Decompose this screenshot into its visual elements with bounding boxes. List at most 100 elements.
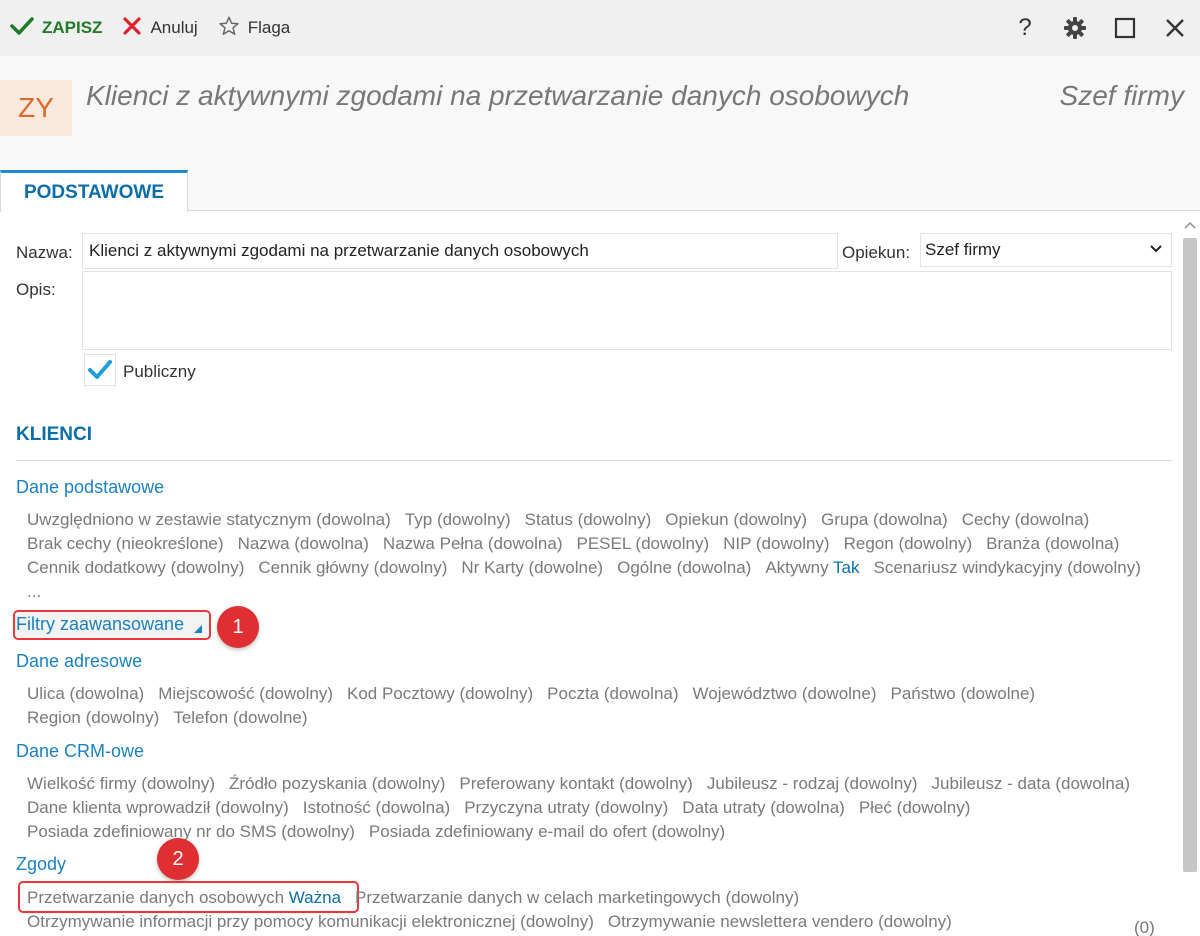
- filter-item[interactable]: Grupa (dowolna): [821, 508, 948, 532]
- flag-button[interactable]: Flaga: [208, 0, 301, 56]
- filter-item[interactable]: Miejscowość (dowolny): [158, 682, 333, 706]
- filter-item[interactable]: Brak cechy (nieokreślone): [27, 532, 224, 556]
- flag-label: Flaga: [247, 18, 291, 37]
- filter-value: (dowolne): [960, 684, 1036, 703]
- filter-item[interactable]: Otrzymywanie newslettera vendero (dowoln…: [608, 910, 952, 934]
- chevron-up-icon: [1184, 221, 1196, 229]
- scroll-up-button[interactable]: [1180, 216, 1200, 234]
- filter-name: Posiada zdefiniowany nr do SMS: [27, 822, 277, 841]
- filter-item[interactable]: Istotność (dowolna): [303, 796, 450, 820]
- save-button[interactable]: ZAPISZ: [0, 0, 112, 56]
- group-title-crm[interactable]: Dane CRM-owe: [16, 741, 144, 762]
- close-x-icon: [122, 16, 142, 41]
- filter-item[interactable]: Poczta (dowolna): [547, 682, 678, 706]
- filter-value: (dowolny): [459, 684, 534, 703]
- group-title-consents[interactable]: Zgody: [16, 854, 66, 875]
- filter-name: Branża: [986, 534, 1041, 553]
- settings-button[interactable]: [1050, 0, 1100, 56]
- gear-icon: [1064, 17, 1086, 39]
- filter-item[interactable]: Wielkość firmy (dowolny): [27, 772, 215, 796]
- description-label: Opis:: [16, 280, 56, 299]
- public-checkbox[interactable]: [84, 354, 116, 386]
- filter-value: (dowolna): [603, 684, 679, 703]
- maximize-button[interactable]: [1100, 0, 1150, 56]
- filter-name: Otrzymywanie informacji przy pomocy komu…: [27, 912, 516, 931]
- filter-item[interactable]: Typ (dowolny): [405, 508, 511, 532]
- filter-item[interactable]: Uwzględniono w zestawie statycznym (dowo…: [27, 508, 391, 532]
- description-field[interactable]: [82, 271, 1172, 350]
- filter-item[interactable]: Regon (dowolny): [844, 532, 973, 556]
- filter-item[interactable]: Ulica (dowolna): [27, 682, 144, 706]
- filter-item[interactable]: Województwo (dowolne): [693, 682, 877, 706]
- filter-item[interactable]: Cennik główny (dowolny): [258, 556, 447, 580]
- tab-podstawowe[interactable]: PODSTAWOWE: [0, 170, 188, 212]
- filter-name: Otrzymywanie newslettera vendero: [607, 912, 874, 931]
- scroll-thumb[interactable]: [1183, 238, 1197, 872]
- filter-item[interactable]: Nazwa Pełna (dowolna): [383, 532, 563, 556]
- group-title-address[interactable]: Dane adresowe: [16, 651, 142, 672]
- owner-select[interactable]: Szef firmy: [920, 233, 1172, 267]
- filter-value: (dowolna): [770, 798, 845, 817]
- filter-item[interactable]: Przetwarzanie danych osobowych Ważna: [27, 886, 341, 910]
- filter-value: (dowolna): [1044, 534, 1120, 553]
- filter-name: Preferowany kontakt: [459, 774, 615, 793]
- filter-item[interactable]: Region (dowolny): [27, 706, 159, 730]
- filter-item[interactable]: Nazwa (dowolna): [238, 532, 369, 556]
- vertical-scrollbar[interactable]: [1180, 212, 1200, 936]
- filter-item[interactable]: Aktywny Tak: [765, 556, 859, 580]
- filter-name: Cechy: [961, 510, 1010, 529]
- filter-item[interactable]: Jubileusz - rodzaj (dowolny): [707, 772, 918, 796]
- name-field[interactable]: Klienci z aktywnymi zgodami na przetwarz…: [82, 233, 838, 269]
- advanced-filters-toggle[interactable]: Filtry zaawansowane: [16, 614, 184, 635]
- filter-item[interactable]: Ogólne (dowolna): [617, 556, 751, 580]
- crm-filters: Wielkość firmy (dowolny) Źródło pozyskani…: [27, 772, 1167, 844]
- filter-value: (dowolny): [141, 774, 215, 793]
- filter-item[interactable]: Posiada zdefiniowany nr do SMS (dowolny): [27, 820, 355, 844]
- filter-value: (dowolna): [487, 534, 563, 553]
- filter-item[interactable]: Płeć (dowolny): [859, 796, 971, 820]
- filter-value: (dowolny): [725, 888, 800, 907]
- filter-item[interactable]: NIP (dowolny): [723, 532, 829, 556]
- filter-item[interactable]: Cechy (dowolna): [962, 508, 1090, 532]
- filter-item[interactable]: Źródło pozyskania (dowolny): [229, 772, 445, 796]
- filter-item[interactable]: Państwo (dowolne): [891, 682, 1036, 706]
- filter-value: (dowolny): [898, 534, 973, 553]
- group-title-basic[interactable]: Dane podstawowe: [16, 477, 164, 498]
- filter-item[interactable]: ...: [27, 580, 41, 604]
- filter-item[interactable]: Przyczyna utraty (dowolny): [464, 796, 668, 820]
- tab-bar: PODSTAWOWE: [0, 170, 1200, 212]
- filter-value: (dowolny): [733, 510, 808, 529]
- filter-item[interactable]: Otrzymywanie informacji przy pomocy komu…: [27, 910, 594, 934]
- filter-item[interactable]: Przetwarzanie danych w celach marketingo…: [355, 886, 799, 910]
- filter-item[interactable]: Jubileusz - data (dowolna): [932, 772, 1130, 796]
- filter-item[interactable]: Scenariusz windykacyjny (dowolny): [874, 556, 1141, 580]
- filter-name: Regon: [843, 534, 894, 553]
- filter-name: Cennik główny: [258, 558, 369, 577]
- filter-item[interactable]: Kod Pocztowy (dowolny): [347, 682, 533, 706]
- filter-value: (dowolny): [215, 798, 289, 817]
- callout-badge-1: 1: [217, 606, 259, 648]
- filter-name: Opiekun: [665, 510, 729, 529]
- close-window-button[interactable]: [1150, 0, 1200, 56]
- filter-value: (dowolna): [873, 510, 948, 529]
- filter-item[interactable]: Cennik dodatkowy (dowolny): [27, 556, 244, 580]
- filter-name: Poczta: [547, 684, 600, 703]
- filter-item[interactable]: Preferowany kontakt (dowolny): [459, 772, 692, 796]
- filter-item[interactable]: Nr Karty (dowolne): [461, 556, 603, 580]
- filter-item[interactable]: PESEL (dowolny): [576, 532, 709, 556]
- save-label: ZAPISZ: [42, 18, 103, 37]
- filter-value: (dowolny): [635, 534, 710, 553]
- cancel-button[interactable]: Anuluj: [112, 0, 207, 56]
- filter-item[interactable]: Data utraty (dowolna): [682, 796, 845, 820]
- record-header: ZY Klienci z aktywnymi zgodami na przetw…: [0, 56, 1200, 170]
- help-button[interactable]: ?: [1000, 0, 1050, 56]
- filter-value: (dowolny): [755, 534, 830, 553]
- filter-item[interactable]: Telefon (dowolne): [173, 706, 307, 730]
- filter-value: (dowolna): [294, 534, 369, 553]
- filter-item[interactable]: Branża (dowolna): [986, 532, 1119, 556]
- filter-item[interactable]: Status (dowolny): [525, 508, 652, 532]
- filter-item[interactable]: Opiekun (dowolny): [665, 508, 807, 532]
- filter-value: (dowolna): [375, 798, 451, 817]
- filter-item[interactable]: Posiada zdefiniowany e-mail do ofert (do…: [369, 820, 725, 844]
- filter-item[interactable]: Dane klienta wprowadził (dowolny): [27, 796, 289, 820]
